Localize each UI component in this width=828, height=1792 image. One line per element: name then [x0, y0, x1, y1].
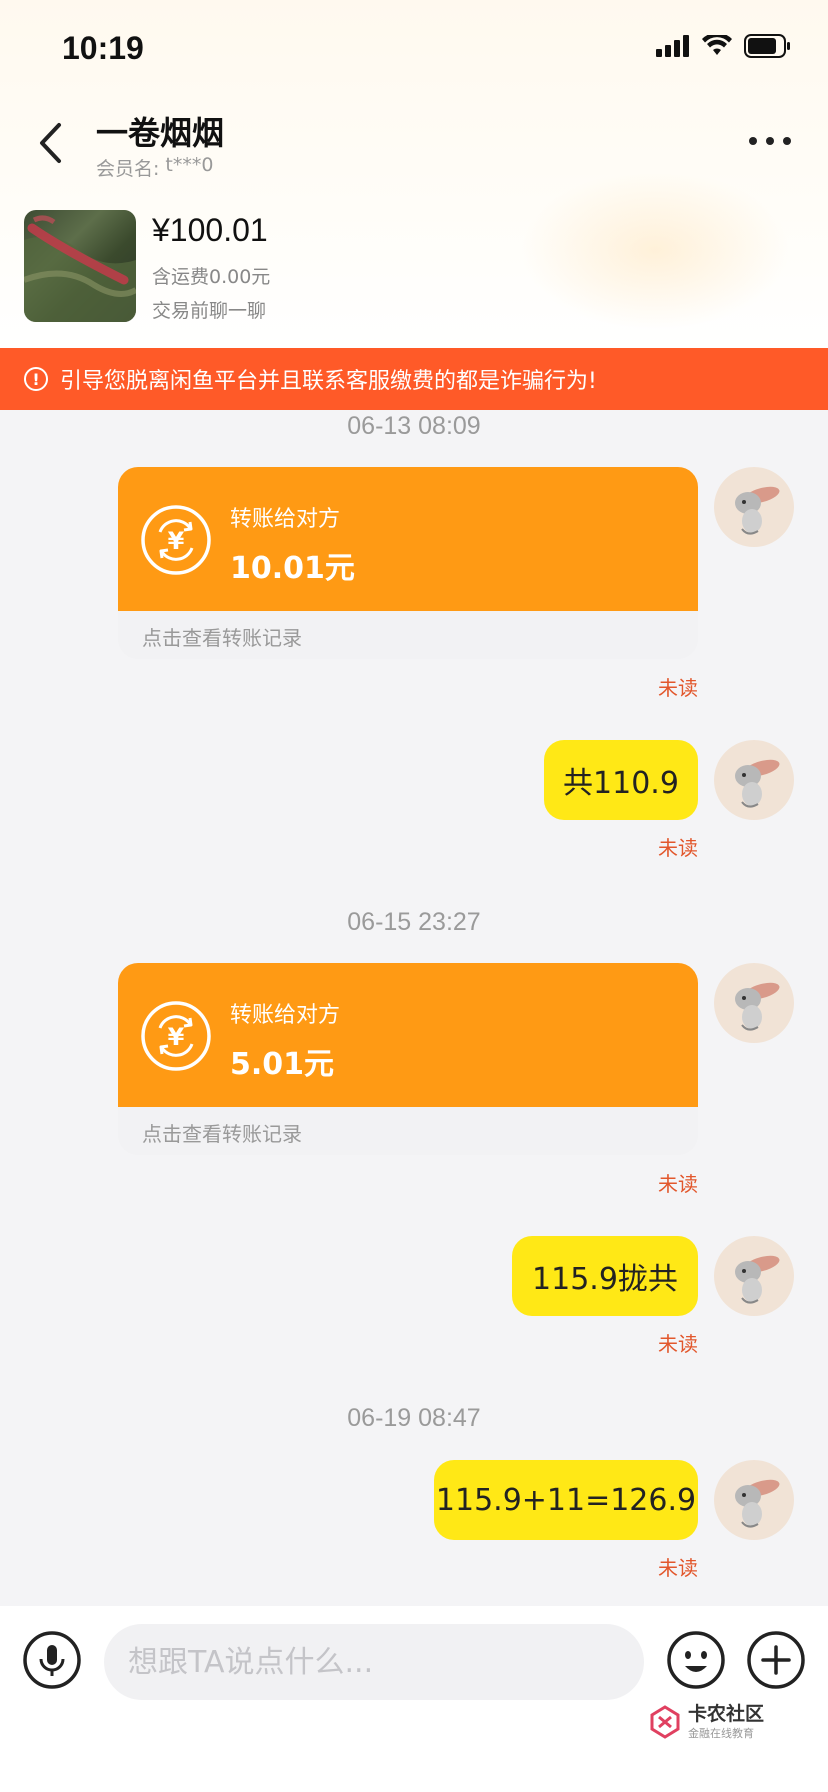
transfer-amount: 5.01元 [230, 1047, 335, 1082]
plus-icon [747, 1631, 805, 1689]
emoji-icon [667, 1631, 725, 1689]
rabbit-avatar-icon [735, 1479, 780, 1528]
avatar[interactable] [714, 740, 794, 820]
add-button[interactable] [746, 1630, 806, 1690]
voice-button[interactable] [22, 1630, 82, 1690]
unread-status: 未读 [658, 1556, 698, 1580]
transfer-card[interactable]: ¥ 转账给对方 5.01元 点击查看转账记录 [118, 963, 698, 1155]
yuan-transfer-icon: ¥ [141, 505, 211, 575]
product-thumbnail[interactable] [24, 210, 136, 322]
back-button[interactable] [30, 118, 70, 168]
transfer-amount: 10.01元 [230, 551, 355, 586]
rabbit-avatar-icon [735, 486, 780, 535]
unread-status: 未读 [658, 676, 698, 700]
svg-text:¥: ¥ [168, 1023, 185, 1051]
unread-status: 未读 [658, 1172, 698, 1196]
unread-status: 未读 [658, 836, 698, 860]
svg-text:¥: ¥ [168, 527, 185, 555]
chat-title: 一卷烟烟 [96, 114, 225, 152]
warning-text: 引导您脱离闲鱼平台并且联系客服缴费的都是诈骗行为! [60, 369, 597, 394]
rabbit-avatar-icon [735, 982, 780, 1031]
emoji-button[interactable] [666, 1630, 726, 1690]
signal-icon [656, 35, 690, 61]
transfer-label: 转账给对方 [230, 507, 341, 532]
message-bubble[interactable]: 115.9+11=126.9 [434, 1460, 698, 1540]
product-price: ¥100.01 [152, 212, 268, 248]
wifi-icon [702, 32, 732, 61]
member-value: t***0 [165, 154, 214, 176]
battery-icon [744, 34, 792, 62]
product-shipping: 含运费0.00元 [152, 266, 271, 288]
yuan-transfer-icon: ¥ [141, 1001, 211, 1071]
transfer-card[interactable]: ¥ 转账给对方 10.01元 点击查看转账记录 [118, 467, 698, 659]
header-area: 10:19 一卷烟烟 会员名: t***0 ¥100.01 含运费0.00元 交… [0, 0, 828, 348]
avatar[interactable] [714, 1236, 794, 1316]
unread-status: 未读 [658, 1332, 698, 1356]
transfer-record-link[interactable]: 点击查看转账记录 [142, 622, 302, 651]
microphone-icon [23, 1631, 81, 1689]
watermark-subtitle: 金融在线教育 [688, 1726, 754, 1740]
exclamation-circle-icon: ! [24, 367, 48, 391]
product-chat-hint: 交易前聊一聊 [152, 300, 267, 322]
avatar[interactable] [714, 963, 794, 1043]
transfer-label: 转账给对方 [230, 1003, 341, 1028]
status-icons [656, 32, 792, 62]
member-name: 会员名: t***0 [96, 154, 213, 181]
rabbit-avatar-icon [735, 1255, 780, 1304]
timestamp: 06-13 08:09 [347, 412, 481, 440]
watermark: 卡农社区 金融在线教育 [648, 1704, 764, 1741]
timestamp: 06-15 23:27 [347, 908, 481, 936]
more-button[interactable] [742, 124, 798, 158]
avatar[interactable] [714, 1460, 794, 1540]
message-input[interactable] [104, 1624, 644, 1700]
chevron-left-icon [40, 123, 61, 163]
message-bubble[interactable]: 115.9拢共 [512, 1236, 698, 1316]
status-time: 10:19 [62, 30, 144, 66]
watermark-title: 卡农社区 [688, 1703, 765, 1725]
kanong-logo-icon [650, 1705, 680, 1740]
avatar[interactable] [714, 467, 794, 547]
fraud-warning-banner: ! 引导您脱离闲鱼平台并且联系客服缴费的都是诈骗行为! [0, 348, 828, 410]
timestamp: 06-19 08:47 [347, 1404, 481, 1432]
message-bubble[interactable]: 共110.9 [544, 740, 698, 820]
rabbit-avatar-icon [735, 759, 780, 808]
input-bar: 卡农社区 金融在线教育 [0, 1606, 828, 1792]
chat-screen: 10:19 一卷烟烟 会员名: t***0 ¥100.01 含运费0.00元 交… [0, 0, 828, 1792]
transfer-record-link[interactable]: 点击查看转账记录 [142, 1118, 302, 1147]
more-dots-icon [749, 137, 791, 145]
member-label: 会员名: [96, 158, 160, 180]
